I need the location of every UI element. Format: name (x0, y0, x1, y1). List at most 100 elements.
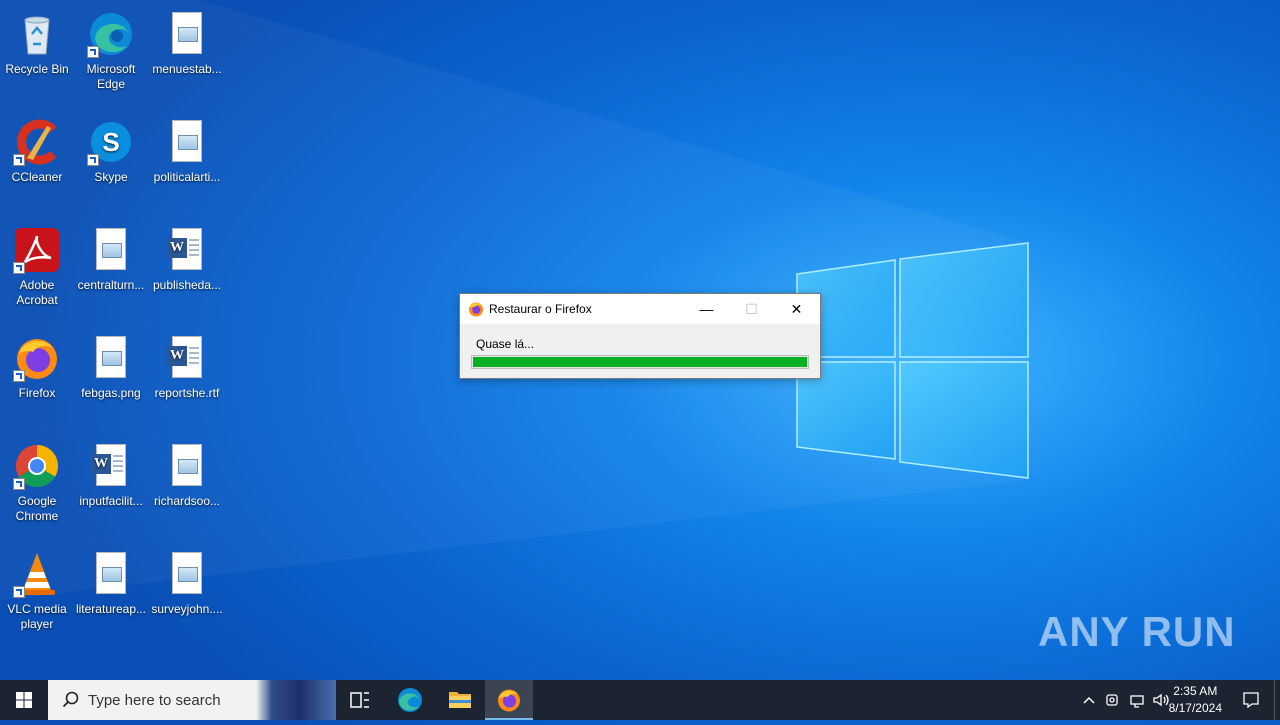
dialog-body: Quase lá... (460, 324, 820, 378)
start-button[interactable] (0, 680, 48, 720)
task-view-icon (350, 692, 369, 708)
icon-label: Firefox (18, 386, 56, 400)
icon-label: Google Chrome (15, 494, 59, 523)
icon-label: Skype (94, 170, 128, 184)
volume-icon (1153, 693, 1169, 707)
windows-start-icon (16, 692, 32, 708)
task-view-button[interactable] (336, 680, 384, 720)
chrome-icon (13, 442, 61, 490)
shortcut-arrow-icon (87, 154, 99, 166)
desktop-icon-vlc[interactable]: VLC media player (0, 544, 74, 644)
shortcut-arrow-icon (13, 154, 25, 166)
desktop-icon-skype[interactable]: S Skype (74, 112, 148, 212)
anyrun-watermark: ANY RUN (1038, 608, 1236, 655)
tray-icons (1083, 693, 1169, 708)
skype-icon: S (87, 118, 135, 166)
icon-label: Recycle Bin (5, 62, 69, 76)
acrobat-icon (13, 226, 61, 274)
taskbar-file-explorer[interactable] (436, 680, 484, 720)
image-file-icon (87, 226, 135, 274)
restore-firefox-dialog: Restaurar o Firefox — ☐ ✕ Quase lá... (459, 293, 821, 379)
vlc-icon (13, 550, 61, 598)
edge-icon (398, 688, 422, 712)
image-file-icon (163, 10, 211, 58)
folder-icon (449, 692, 471, 708)
image-file-icon (87, 550, 135, 598)
icon-label: febgas.png (81, 386, 141, 400)
clock[interactable]: 2:35 AM 8/17/2024 (1169, 683, 1222, 717)
recycle-bin-icon (13, 10, 61, 58)
desktop-icon-richardsoo[interactable]: richardsoo... (150, 436, 224, 536)
icon-label: publisheda... (152, 278, 222, 292)
icon-label: CCleaner (11, 170, 63, 184)
icon-label: politicalarti... (153, 170, 221, 184)
clock-date: 8/17/2024 (1168, 701, 1222, 715)
system-tray: 2:35 AM 8/17/2024 (1060, 680, 1280, 720)
taskbar-firefox[interactable] (485, 680, 533, 720)
taskbar-search-box[interactable]: Type here to search (48, 680, 336, 720)
taskbar-edge[interactable] (386, 680, 434, 720)
desktop-icon-centralturn[interactable]: centralturn... (74, 220, 148, 320)
desktop-icon-firefox[interactable]: Firefox (0, 328, 74, 428)
icon-label: surveyjohn.... (151, 602, 223, 616)
icon-label: literatureap... (75, 602, 147, 616)
minimize-button[interactable]: — (684, 294, 729, 324)
desktop-icon-ccleaner[interactable]: CCleaner (0, 112, 74, 212)
desktop-icon-google-chrome[interactable]: Google Chrome (0, 436, 74, 536)
image-file-icon (87, 334, 135, 382)
maximize-button[interactable]: ☐ (729, 294, 774, 324)
progress-fill (473, 357, 807, 367)
shortcut-arrow-icon (87, 46, 99, 58)
meet-now-icon (1106, 694, 1118, 706)
desktop-icon-adobe-acrobat[interactable]: Adobe Acrobat (0, 220, 74, 320)
desktop-icon-literatureap[interactable]: literatureap... (74, 544, 148, 644)
search-icon (62, 691, 79, 708)
search-placeholder: Type here to search (88, 692, 221, 709)
firefox-icon (498, 689, 520, 712)
shortcut-arrow-icon (13, 370, 25, 382)
desktop-icon-reportshe[interactable]: W reportshe.rtf (150, 328, 224, 428)
dialog-title: Restaurar o Firefox (489, 302, 592, 316)
word-document-icon: W (163, 226, 211, 274)
desktop-icon-publisheda[interactable]: W publisheda... (150, 220, 224, 320)
word-document-icon: W (163, 334, 211, 382)
desktop-icon-politicalarti[interactable]: politicalarti... (150, 112, 224, 212)
search-highlight-image (256, 680, 336, 720)
icon-label: inputfacilit... (79, 494, 143, 508)
desktop-icon-inputfacilit[interactable]: W inputfacilit... (74, 436, 148, 536)
progress-bar (471, 355, 809, 369)
clock-time: 2:35 AM (1173, 684, 1218, 698)
image-file-icon (163, 118, 211, 166)
icon-label: reportshe.rtf (154, 386, 220, 400)
desktop-icon-febgas[interactable]: febgas.png (74, 328, 148, 428)
firefox-icon (469, 302, 483, 317)
shortcut-arrow-icon (13, 262, 25, 274)
edge-icon (87, 10, 135, 58)
ccleaner-icon (13, 118, 61, 166)
image-file-icon (163, 442, 211, 490)
svg-text:S: S (102, 127, 119, 157)
show-desktop-button[interactable] (1274, 680, 1280, 720)
desktop-icon-recycle-bin[interactable]: Recycle Bin (0, 4, 74, 104)
network-icon (1130, 695, 1144, 708)
word-document-icon: W (87, 442, 135, 490)
taskbar: Type here to search 2:35 AM 8/17/2024 (0, 680, 1280, 720)
icon-label: menuestab... (152, 62, 222, 76)
close-button[interactable]: ✕ (774, 294, 819, 324)
icon-label: Microsoft Edge (86, 62, 136, 91)
notification-icon[interactable] (1242, 691, 1260, 709)
icon-label: Adobe Acrobat (16, 278, 58, 307)
desktop-icon-microsoft-edge[interactable]: Microsoft Edge (74, 4, 148, 104)
image-file-icon (163, 550, 211, 598)
desktop-icon-menuestab[interactable]: menuestab... (150, 4, 224, 104)
status-message: Quase lá... (476, 337, 535, 351)
desktop-icon-surveyjohn[interactable]: surveyjohn.... (150, 544, 224, 644)
icon-label: VLC media player (7, 602, 67, 631)
shortcut-arrow-icon (13, 478, 25, 490)
firefox-icon (13, 334, 61, 382)
icon-label: richardsoo... (153, 494, 221, 508)
dialog-titlebar[interactable]: Restaurar o Firefox — ☐ ✕ (460, 294, 820, 324)
icon-label: centralturn... (77, 278, 145, 292)
shortcut-arrow-icon (13, 586, 25, 598)
chevron-up-icon (1083, 696, 1095, 704)
